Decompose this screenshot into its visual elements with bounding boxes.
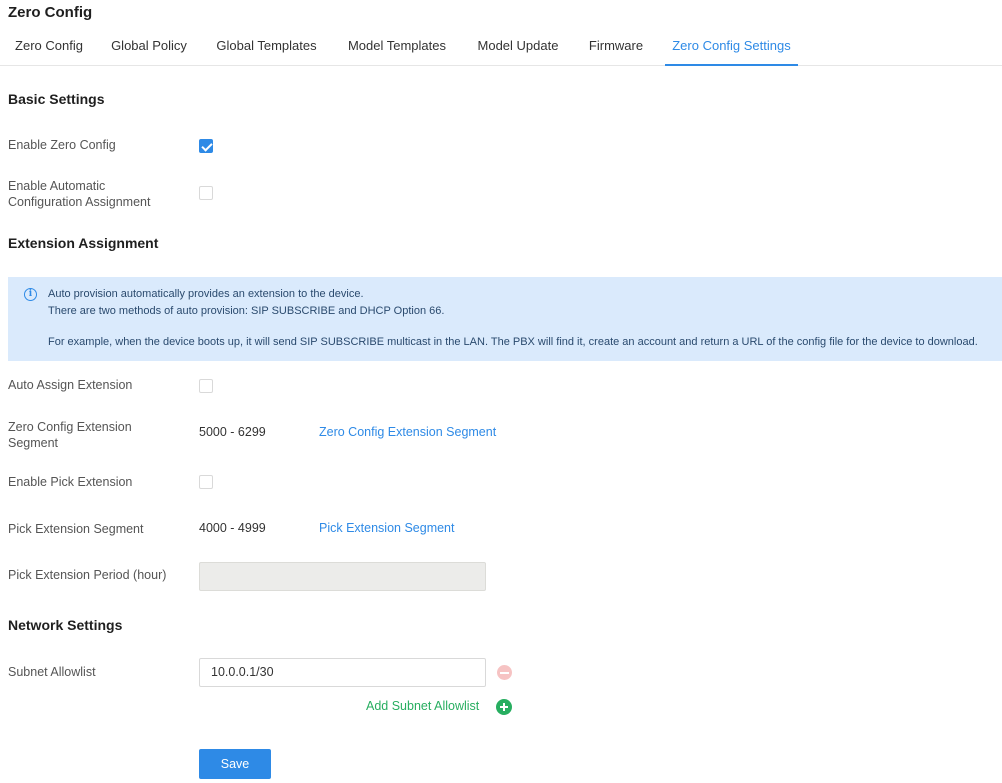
zero-config-segment-label-line1: Zero Config Extension [8, 420, 132, 434]
enable-pick-extension-checkbox[interactable] [199, 475, 213, 489]
tab-zero-config[interactable]: Zero Config [8, 34, 90, 66]
info-icon: i [24, 288, 37, 301]
pick-extension-period-label: Pick Extension Period (hour) [8, 568, 167, 582]
subnet-allowlist-label: Subnet Allowlist [8, 665, 96, 679]
enable-auto-config-label-line1: Enable Automatic [8, 179, 106, 193]
auto-assign-extension-checkbox[interactable] [199, 379, 213, 393]
pick-extension-segment-link[interactable]: Pick Extension Segment [319, 521, 455, 535]
tab-bar: Zero Config Global Policy Global Templat… [0, 34, 1002, 66]
remove-subnet-icon[interactable] [497, 665, 512, 680]
add-icon[interactable] [496, 699, 512, 715]
enable-zero-config-label: Enable Zero Config [8, 138, 116, 152]
info-line-2: There are two methods of auto provision:… [48, 305, 445, 317]
section-title-network-settings: Network Settings [8, 617, 123, 633]
tab-firmware[interactable]: Firmware [581, 34, 651, 66]
section-title-basic-settings: Basic Settings [8, 91, 105, 107]
tab-model-templates[interactable]: Model Templates [339, 34, 455, 66]
subnet-allowlist-input[interactable]: 10.0.0.1/30 [199, 658, 486, 687]
enable-auto-config-label: Enable Automatic Configuration Assignmen… [8, 178, 150, 210]
pick-extension-segment-label: Pick Extension Segment [8, 522, 144, 536]
section-title-extension-assignment: Extension Assignment [8, 235, 159, 251]
tab-zero-config-settings[interactable]: Zero Config Settings [665, 34, 798, 66]
enable-zero-config-checkbox[interactable] [199, 139, 213, 153]
zero-config-segment-link[interactable]: Zero Config Extension Segment [319, 425, 496, 439]
tab-global-policy[interactable]: Global Policy [104, 34, 194, 66]
enable-auto-config-label-line2: Configuration Assignment [8, 195, 151, 209]
tab-global-templates[interactable]: Global Templates [208, 34, 325, 66]
info-line-1: Auto provision automatically provides an… [48, 288, 364, 300]
page-title: Zero Config [8, 4, 93, 21]
zero-config-segment-label: Zero Config Extension Segment [8, 419, 132, 451]
enable-auto-config-checkbox[interactable] [199, 186, 213, 200]
zero-config-segment-value: 5000 - 6299 [199, 425, 266, 439]
add-subnet-allowlist-link[interactable]: Add Subnet Allowlist [366, 699, 479, 713]
info-box: i Auto provision automatically provides … [8, 277, 1002, 361]
tab-model-update[interactable]: Model Update [469, 34, 567, 66]
zero-config-segment-label-line2: Segment [8, 436, 59, 450]
info-line-3: For example, when the device boots up, i… [48, 336, 978, 348]
save-button[interactable]: Save [199, 749, 271, 779]
pick-extension-period-input[interactable] [199, 562, 486, 591]
pick-extension-segment-value: 4000 - 4999 [199, 521, 266, 535]
enable-pick-extension-label: Enable Pick Extension [8, 475, 133, 489]
auto-assign-extension-label: Auto Assign Extension [8, 378, 133, 392]
